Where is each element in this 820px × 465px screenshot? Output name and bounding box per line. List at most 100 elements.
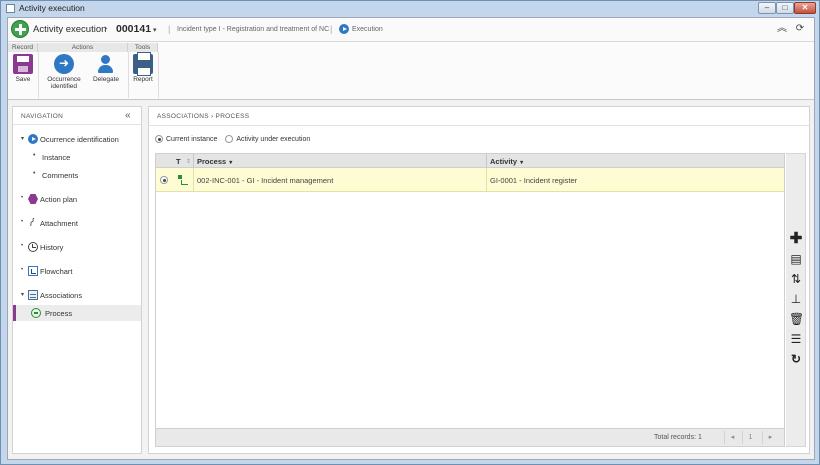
refresh-icon[interactable]: ↻ bbox=[789, 352, 803, 366]
navigation-header: NAVIGATION « bbox=[13, 107, 141, 125]
nav-item-occurrence-identification[interactable]: ▾ Ocurrence identification bbox=[13, 131, 141, 147]
group-divider bbox=[158, 52, 159, 98]
bullet: • bbox=[21, 243, 24, 249]
row-radio-button[interactable] bbox=[160, 176, 168, 184]
user-icon bbox=[96, 54, 116, 74]
nav-item-label: Action plan bbox=[40, 195, 78, 204]
window-title: Activity execution bbox=[19, 3, 85, 13]
nav-item-process[interactable]: Process bbox=[13, 305, 141, 321]
ribbon-toolbar: Record Actions Tools Save Occurrence ide… bbox=[8, 42, 814, 100]
app-logo-icon bbox=[11, 20, 29, 38]
nav-item-action-plan[interactable]: • Action plan bbox=[13, 191, 141, 207]
radio-current-instance[interactable]: Current instance bbox=[155, 135, 217, 143]
page-number[interactable]: 1 bbox=[742, 431, 758, 444]
play-circle-icon bbox=[28, 134, 38, 144]
breadcrumb-separator: › bbox=[104, 23, 108, 34]
bullet: • bbox=[21, 267, 24, 273]
nav-item-associations[interactable]: ▾ Associations bbox=[13, 287, 141, 303]
save-label: Save bbox=[15, 76, 31, 83]
close-button[interactable]: ✕ bbox=[794, 2, 816, 14]
nav-item-label: History bbox=[40, 243, 64, 252]
process-icon bbox=[31, 308, 41, 318]
divider: | bbox=[330, 24, 333, 34]
nav-item-history[interactable]: • History bbox=[13, 239, 141, 255]
column-header-label: Activity bbox=[490, 157, 518, 166]
group-label-tools: Tools bbox=[128, 43, 158, 52]
view-record-icon[interactable]: ▤ bbox=[789, 252, 803, 266]
report-button[interactable]: Report bbox=[130, 52, 156, 83]
main-content: Activity execution › 000141 ▾ | Incident… bbox=[7, 17, 815, 460]
radio-activity-under-execution[interactable]: Activity under execution bbox=[225, 135, 310, 143]
group-divider bbox=[128, 52, 129, 98]
cell-activity: GI-0001 - Incident register bbox=[490, 176, 578, 185]
radio-label: Current instance bbox=[166, 135, 218, 143]
chevron-down-icon[interactable]: ▾ bbox=[520, 160, 523, 166]
add-icon[interactable]: ✚ bbox=[789, 231, 803, 246]
group-label-actions: Actions bbox=[38, 43, 128, 52]
column-divider bbox=[486, 154, 487, 168]
divider: | bbox=[168, 24, 171, 34]
navigation-title: NAVIGATION bbox=[21, 113, 64, 120]
associations-icon bbox=[28, 290, 38, 300]
group-divider bbox=[38, 52, 39, 98]
total-records: Total records: 1 bbox=[654, 434, 702, 441]
breadcrumb: ASSOCIATIONS › PROCESS bbox=[157, 113, 250, 120]
expand-icon[interactable]: ▾ bbox=[21, 135, 24, 142]
incident-type-label: Incident type I - Registration and treat… bbox=[177, 26, 330, 33]
delegate-label: Delegate bbox=[92, 76, 120, 83]
column-header-t[interactable]: T bbox=[176, 157, 181, 166]
associate-icon[interactable]: ⇅ bbox=[789, 272, 803, 286]
column-divider bbox=[193, 168, 194, 192]
nav-item-label: Associations bbox=[40, 291, 83, 300]
hierarchy-icon[interactable]: ⊥ bbox=[789, 292, 803, 306]
save-icon bbox=[13, 54, 33, 74]
header-bar: Activity execution › 000141 ▾ | Incident… bbox=[8, 18, 814, 42]
group-label-record: Record bbox=[8, 43, 38, 52]
record-code[interactable]: 000141 bbox=[116, 23, 151, 35]
delegate-button[interactable]: Delegate bbox=[88, 54, 124, 83]
radio-button[interactable] bbox=[155, 135, 163, 143]
chevron-down-icon[interactable]: ▾ bbox=[153, 26, 157, 34]
flowchart-icon bbox=[28, 266, 38, 276]
nav-item-instance[interactable]: • Instance bbox=[13, 149, 141, 165]
instance-filter: Current instance Activity under executio… bbox=[155, 135, 316, 145]
previous-page-button[interactable]: ◂ bbox=[724, 431, 740, 444]
column-divider bbox=[193, 154, 194, 168]
cell-process: 002-INC-001 - GI - Incident management bbox=[197, 176, 334, 185]
report-label: Report bbox=[133, 76, 153, 83]
table-row[interactable]: 002-INC-001 - GI - Incident management G… bbox=[156, 168, 784, 192]
sort-icon[interactable]: ⇕ bbox=[186, 158, 191, 165]
minimize-button[interactable]: – bbox=[758, 2, 776, 14]
occurrence-identified-label: Occurrence identified bbox=[47, 76, 81, 90]
paperclip-icon bbox=[28, 218, 38, 228]
app-icon bbox=[6, 4, 15, 13]
divider bbox=[149, 125, 809, 126]
history-icon bbox=[28, 242, 38, 252]
nav-item-comments[interactable]: • Comments bbox=[13, 167, 141, 183]
occurrence-identified-button[interactable]: Occurrence identified bbox=[42, 54, 86, 90]
nav-item-label: Attachment bbox=[40, 219, 78, 228]
nav-item-attachment[interactable]: • Attachment bbox=[13, 215, 141, 231]
radio-button[interactable] bbox=[225, 135, 234, 143]
expand-icon[interactable]: ▾ bbox=[21, 291, 24, 298]
next-page-button[interactable]: ▸ bbox=[762, 431, 778, 444]
refresh-icon[interactable]: ⟳ bbox=[794, 23, 806, 35]
list-icon[interactable]: ☰ bbox=[789, 332, 803, 346]
save-button[interactable]: Save bbox=[10, 54, 36, 83]
delete-icon[interactable]: 🗑 bbox=[789, 312, 804, 326]
collapse-icon[interactable]: ︽ bbox=[776, 23, 788, 35]
side-toolbar: ✚ ▤ ⇅ ⊥ 🗑 ☰ ↻ bbox=[786, 153, 806, 447]
hexagon-icon bbox=[28, 194, 38, 204]
column-divider bbox=[486, 168, 487, 192]
maximize-button[interactable]: □ bbox=[776, 2, 794, 14]
collapse-left-icon[interactable]: « bbox=[125, 110, 131, 121]
process-type-icon bbox=[177, 174, 189, 186]
column-header-activity[interactable]: Activity ▾ bbox=[490, 157, 523, 166]
chevron-down-icon[interactable]: ▾ bbox=[229, 160, 232, 166]
nav-item-flowchart[interactable]: • Flowchart bbox=[13, 263, 141, 279]
nav-item-label: Ocurrence identification bbox=[40, 135, 119, 144]
table-header: T ⇕ Process ▾ Activity ▾ bbox=[156, 154, 784, 168]
page-title: Activity execution bbox=[33, 24, 107, 35]
column-header-process[interactable]: Process ▾ bbox=[197, 157, 232, 166]
process-table: T ⇕ Process▾ Activity▾ 002-INC-001 - G bbox=[155, 153, 785, 447]
